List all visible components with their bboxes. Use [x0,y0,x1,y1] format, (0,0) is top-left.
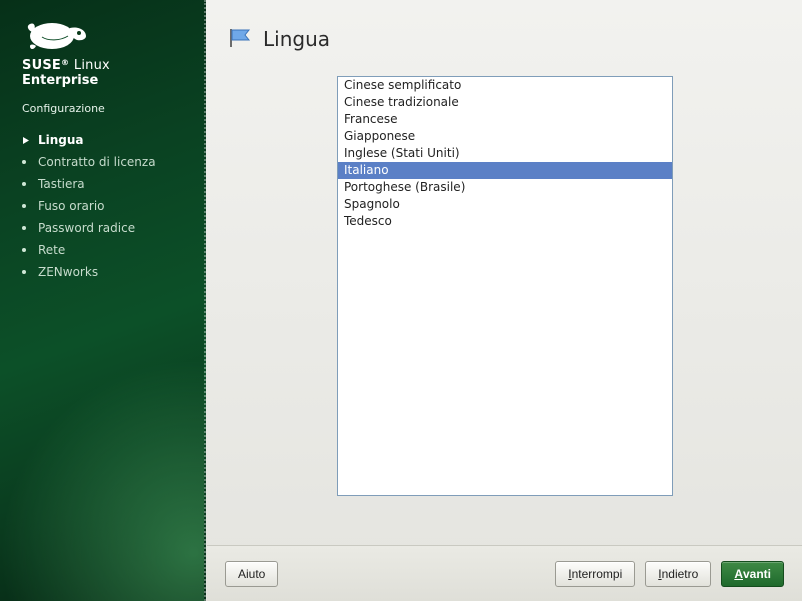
nav-step[interactable]: Fuso orario [22,195,204,217]
bullet-icon [22,182,38,186]
nav-step-label: ZENworks [38,265,98,279]
nav-step[interactable]: Tastiera [22,173,204,195]
language-option[interactable]: Francese [338,111,672,128]
back-rest: ndietro [662,567,699,581]
nav-step-label: Fuso orario [38,199,105,213]
language-option[interactable]: Italiano [338,162,672,179]
footer-bar: Aiuto Interrompi Indietro Avanti [207,545,802,601]
abort-button[interactable]: Interrompi [555,561,635,587]
help-button-label: Aiuto [238,567,265,581]
next-button[interactable]: Avanti [721,561,784,587]
language-option[interactable]: Giapponese [338,128,672,145]
main-panel: Lingua Cinese semplificatoCinese tradizi… [206,0,802,601]
next-rest: vanti [743,567,771,581]
abort-rest: nterrompi [572,567,623,581]
brand-linux: Linux [74,58,110,73]
brand-enterprise: Enterprise [22,73,204,88]
content-area: Cinese semplificatoCinese tradizionaleFr… [207,60,802,545]
page-title: Lingua [263,27,330,51]
nav-step[interactable]: Lingua [22,129,204,151]
arrow-right-icon [22,136,38,145]
registered-mark: ® [61,58,69,67]
nav-steps: Lingua Contratto di licenza Tastiera Fuso o… [0,115,204,283]
language-option[interactable]: Tedesco [338,213,672,230]
bullet-icon [22,204,38,208]
bullet-icon [22,248,38,252]
language-option[interactable]: Cinese semplificato [338,77,672,94]
nav-step-label: Contratto di licenza [38,155,156,169]
bullet-icon [22,226,38,230]
nav-step[interactable]: ZENworks [22,261,204,283]
installer-window: SUSE® Linux Enterprise Configurazione Li… [0,0,802,601]
nav-step-label: Password radice [38,221,135,235]
language-option[interactable]: Spagnolo [338,196,672,213]
flag-icon [227,27,253,52]
help-button[interactable]: Aiuto [225,561,278,587]
nav-step-label: Rete [38,243,65,257]
brand-name: SUSE [22,58,61,73]
nav-step-label: Tastiera [38,177,85,191]
language-listbox[interactable]: Cinese semplificatoCinese tradizionaleFr… [337,76,673,496]
language-option[interactable]: Portoghese (Brasile) [338,179,672,196]
bullet-icon [22,270,38,274]
sidebar: SUSE® Linux Enterprise Configurazione Li… [0,0,206,601]
language-option[interactable]: Cinese tradizionale [338,94,672,111]
suse-logo [0,0,204,52]
title-row: Lingua [207,0,802,60]
nav-step-label: Lingua [38,133,84,147]
section-label: Configurazione [0,88,204,115]
language-option[interactable]: Inglese (Stati Uniti) [338,145,672,162]
nav-step[interactable]: Contratto di licenza [22,151,204,173]
nav-step[interactable]: Rete [22,239,204,261]
nav-step[interactable]: Password radice [22,217,204,239]
brand-text: SUSE® Linux Enterprise [0,52,204,88]
back-button[interactable]: Indietro [645,561,711,587]
bullet-icon [22,160,38,164]
next-accel: A [734,567,743,581]
